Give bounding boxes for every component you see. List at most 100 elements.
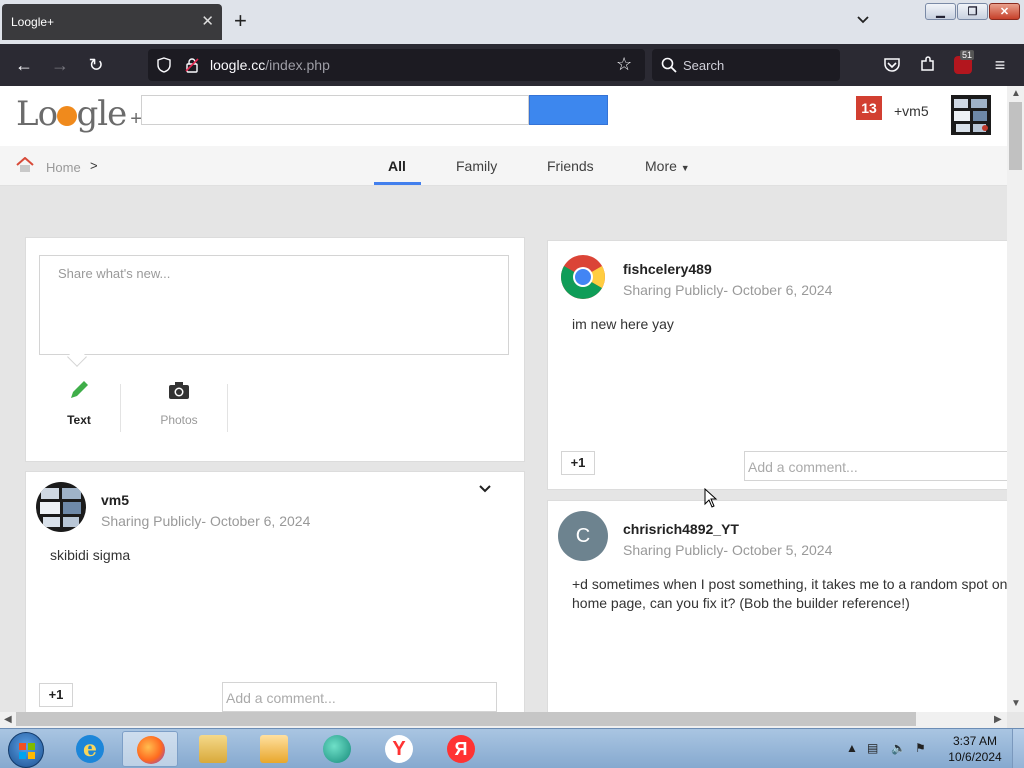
address-bar[interactable]: loogle.cc/index.php ☆ xyxy=(148,49,645,81)
post-avatar[interactable] xyxy=(36,482,86,532)
user-avatar[interactable] xyxy=(951,95,991,135)
composer-divider xyxy=(120,384,121,432)
pocket-icon[interactable] xyxy=(883,56,901,74)
notification-count-badge[interactable]: 13 xyxy=(856,96,882,120)
post-body: im new here yay xyxy=(572,316,674,332)
search-icon xyxy=(661,57,677,73)
tab-friends[interactable]: Friends xyxy=(547,158,594,174)
taskbar-internet-explorer[interactable]: e xyxy=(62,731,118,767)
post-card: C chrisrich4892_YT Sharing Publicly- Oct… xyxy=(547,500,1007,712)
volume-muted-icon[interactable]: 🔈 xyxy=(891,741,906,755)
tab-family[interactable]: Family xyxy=(456,158,497,174)
lock-warning-icon[interactable] xyxy=(184,57,200,73)
browser-tab[interactable]: Loogle+ ✕ xyxy=(2,4,222,40)
system-clock[interactable]: 3:37 AM 10/6/2024 xyxy=(946,733,1004,765)
post-body: +d sometimes when I post something, it t… xyxy=(572,575,1007,613)
scroll-right-arrow-icon[interactable]: ▶ xyxy=(994,714,1002,725)
post-meta-separator: - xyxy=(723,282,729,298)
chevron-down-icon[interactable] xyxy=(478,484,492,494)
taskbar-yandex-browser[interactable]: Y xyxy=(371,731,427,767)
search-bar[interactable]: Search xyxy=(652,49,840,81)
start-button[interactable] xyxy=(8,732,44,768)
composer-text-option[interactable]: Text xyxy=(59,378,99,427)
post-meta: Sharing Publicly- October 5, 2024 xyxy=(623,542,832,558)
back-arrow-icon[interactable]: ← xyxy=(13,54,35,76)
forward-arrow-icon[interactable]: → xyxy=(49,54,71,76)
tab-more-label: More xyxy=(645,158,677,174)
tab-more[interactable]: More ▼ xyxy=(645,158,690,174)
post-author[interactable]: vm5 xyxy=(101,492,129,508)
post-visibility: Sharing Publicly xyxy=(623,282,724,298)
comment-input[interactable]: Add a comment... xyxy=(744,451,1007,481)
user-profile-link[interactable]: +vm5 xyxy=(894,103,929,119)
composer-photos-label: Photos xyxy=(160,413,198,427)
firefox-icon xyxy=(137,736,165,764)
scrollbar-corner xyxy=(1007,712,1024,728)
post-body-line: home page, can you fix it? (Bob the buil… xyxy=(572,595,910,611)
tab-title: Loogle+ xyxy=(11,15,55,29)
post-body: skibidi sigma xyxy=(50,547,131,563)
comment-input[interactable]: Add a comment... xyxy=(222,682,497,712)
network-icon[interactable]: ▤ xyxy=(867,741,878,755)
site-logo[interactable]: Loogle+ xyxy=(16,94,142,134)
plus-one-button[interactable]: +1 xyxy=(39,683,73,707)
clock-date: 10/6/2024 xyxy=(948,750,1002,764)
close-tab-icon[interactable]: ✕ xyxy=(201,12,214,30)
scroll-up-arrow-icon[interactable]: ▲ xyxy=(1011,88,1021,99)
url-text: loogle.cc/index.php xyxy=(210,57,330,73)
chevron-down-icon[interactable] xyxy=(855,12,871,28)
breadcrumb-separator: > xyxy=(90,158,98,173)
new-tab-icon[interactable]: + xyxy=(234,8,247,34)
close-window-button[interactable]: ✕ xyxy=(989,3,1020,20)
post-meta-separator: - xyxy=(201,513,207,529)
camera-icon xyxy=(169,382,189,399)
plus-one-button[interactable]: +1 xyxy=(561,451,595,475)
vertical-scroll-thumb[interactable] xyxy=(1009,102,1022,170)
taskbar-yandex[interactable]: Я xyxy=(433,731,489,767)
composer-photos-option[interactable]: Photos xyxy=(154,378,204,427)
taskbar-media-player[interactable] xyxy=(246,731,302,767)
tab-all[interactable]: All xyxy=(388,158,406,174)
clock-time: 3:37 AM xyxy=(952,734,998,748)
bookmark-star-icon[interactable]: ☆ xyxy=(616,54,632,75)
post-author[interactable]: chrisrich4892_YT xyxy=(623,521,739,537)
post-author[interactable]: fishcelery489 xyxy=(623,261,712,277)
post-avatar[interactable] xyxy=(560,254,610,304)
restore-button[interactable]: ❐ xyxy=(957,3,988,20)
taskbar-firefox[interactable] xyxy=(122,731,178,767)
vertical-scrollbar[interactable] xyxy=(1007,86,1024,712)
active-tab-indicator xyxy=(374,182,421,185)
horizontal-scroll-thumb[interactable] xyxy=(16,712,916,726)
post-visibility: Sharing Publicly xyxy=(101,513,202,529)
share-input[interactable]: Share what's new... xyxy=(39,255,509,355)
extensions-puzzle-icon[interactable] xyxy=(919,55,937,73)
yandex-icon: Я xyxy=(447,735,475,763)
post-meta: Sharing Publicly- October 6, 2024 xyxy=(101,513,310,529)
post-date: October 6, 2024 xyxy=(731,282,833,298)
scroll-left-arrow-icon[interactable]: ◀ xyxy=(4,714,12,725)
shield-icon[interactable] xyxy=(156,57,172,73)
home-icon[interactable] xyxy=(16,157,34,173)
site-search-input[interactable] xyxy=(141,95,529,125)
post-card: vm5 Sharing Publicly- October 6, 2024 sk… xyxy=(25,471,525,712)
post-meta-separator: - xyxy=(723,542,729,558)
post-card: fishcelery489 Sharing Publicly- October … xyxy=(547,240,1007,490)
post-avatar[interactable]: C xyxy=(558,511,608,561)
windows-taskbar: e Y Я ▲ ▤ 🔈 ⚑ 3:37 AM 10/6/2024 xyxy=(0,728,1024,768)
post-date: October 6, 2024 xyxy=(209,513,311,529)
breadcrumb-home[interactable]: Home xyxy=(46,160,81,175)
reload-icon[interactable]: ↻ xyxy=(85,54,107,76)
site-search-button[interactable] xyxy=(529,95,608,125)
taskbar-browser-app[interactable] xyxy=(309,731,365,767)
browser-tab-strip: Loogle+ ✕ + ▁ ❐ ✕ xyxy=(0,0,1024,44)
menu-hamburger-icon[interactable]: ≡ xyxy=(989,54,1011,76)
yandex-browser-icon: Y xyxy=(385,735,413,763)
minimize-button[interactable]: ▁ xyxy=(925,3,956,20)
show-desktop-button[interactable] xyxy=(1012,729,1024,768)
tray-expand-icon[interactable]: ▲ xyxy=(846,741,858,755)
scroll-down-arrow-icon[interactable]: ▼ xyxy=(1011,698,1021,709)
taskbar-file-explorer[interactable] xyxy=(185,731,241,767)
comment-placeholder: Add a comment... xyxy=(748,459,858,475)
internet-explorer-icon: e xyxy=(76,735,104,763)
action-center-flag-icon[interactable]: ⚑ xyxy=(915,741,926,755)
